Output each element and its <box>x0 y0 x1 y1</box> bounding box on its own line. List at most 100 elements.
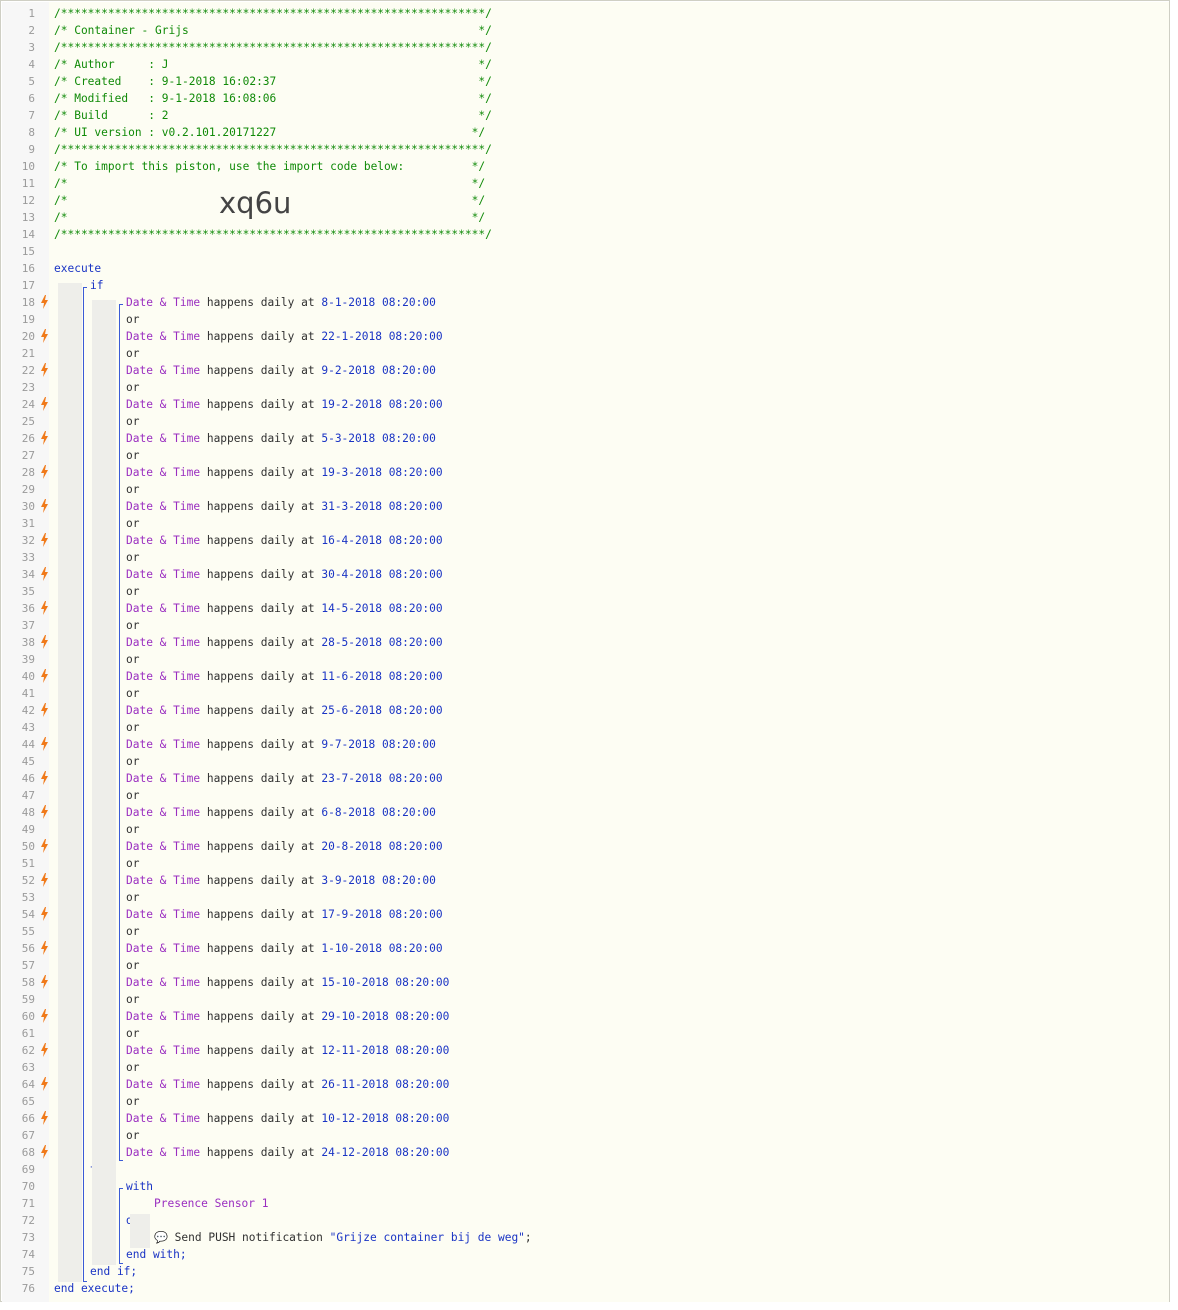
line-number: 47 <box>21 789 35 802</box>
line-number: 15 <box>21 245 35 258</box>
line-number: 55 <box>21 925 35 938</box>
condition-operator: happens daily at <box>200 1044 322 1057</box>
condition-device: Date & Time <box>126 602 201 615</box>
condition-operator: happens daily at <box>200 738 322 751</box>
block-shade <box>92 300 116 1265</box>
condition-device: Date & Time <box>126 1078 201 1091</box>
code-line: 47 or <box>1 787 1169 804</box>
condition-device: Date & Time <box>126 534 201 547</box>
line-number: 40 <box>21 670 35 683</box>
or-keyword: or <box>126 347 140 360</box>
code-line: 27 or <box>1 447 1169 464</box>
condition: Date & Time happens daily at 17-9-2018 0… <box>126 906 443 923</box>
condition-operator: happens daily at <box>200 1146 322 1159</box>
line-number: 9 <box>28 143 35 156</box>
or-keyword: or <box>126 1061 140 1074</box>
condition-device: Date & Time <box>126 704 201 717</box>
code-line: 21 or <box>1 345 1169 362</box>
code-line: 75 end if; <box>1 1263 1169 1280</box>
condition: Date & Time happens daily at 8-1-2018 08… <box>126 294 436 311</box>
condition-operator: happens daily at <box>200 942 322 955</box>
line-number: 49 <box>21 823 35 836</box>
condition-value: 9-2-2018 08:20:00 <box>321 364 436 377</box>
line-number: 67 <box>21 1129 35 1142</box>
line-number: 75 <box>21 1265 35 1278</box>
if-block-bracket <box>83 287 84 1281</box>
line-number: 50 <box>21 840 35 853</box>
code-line: 52 Date & Time happens daily at 3-9-2018 … <box>1 872 1169 889</box>
condition-value: 30-4-2018 08:20:00 <box>321 568 443 581</box>
condition: Date & Time happens daily at 11-6-2018 0… <box>126 668 443 685</box>
condition-value: 10-12-2018 08:20:00 <box>321 1112 450 1125</box>
condition-value: 14-5-2018 08:20:00 <box>321 602 443 615</box>
condition: Date & Time happens daily at 12-11-2018 … <box>126 1042 449 1059</box>
line-number: 27 <box>21 449 35 462</box>
or-keyword: or <box>126 449 140 462</box>
code-line: 64 Date & Time happens daily at 26-11-201… <box>1 1076 1169 1093</box>
code-line: 57 or <box>1 957 1169 974</box>
line-number: 20 <box>21 330 35 343</box>
lightning-bolt-icon <box>41 533 48 547</box>
condition: Date & Time happens daily at 10-12-2018 … <box>126 1110 449 1127</box>
code-line: 26 Date & Time happens daily at 5-3-2018 … <box>1 430 1169 447</box>
condition-device: Date & Time <box>126 636 201 649</box>
code-line: 62 Date & Time happens daily at 12-11-201… <box>1 1042 1169 1059</box>
code-line: 33 or <box>1 549 1169 566</box>
condition: Date & Time happens daily at 5-3-2018 08… <box>126 430 436 447</box>
block-bracket-cap <box>119 304 123 305</box>
code-line: 56 Date & Time happens daily at 1-10-2018… <box>1 940 1169 957</box>
line-number: 37 <box>21 619 35 632</box>
code-line: 68 Date & Time happens daily at 24-12-201… <box>1 1144 1169 1161</box>
condition-value: 17-9-2018 08:20:00 <box>321 908 443 921</box>
code-line: 5 /* Created : 9-1-2018 16:02:37 */ <box>1 73 1169 90</box>
notification-message: "Grijze container bij de weg" <box>329 1231 525 1244</box>
condition-group-bracket <box>119 304 120 1160</box>
line-number: 42 <box>21 704 35 717</box>
lightning-bolt-icon <box>41 499 48 513</box>
condition-operator: happens daily at <box>200 1112 322 1125</box>
line-number: 6 <box>28 92 35 105</box>
condition-value: 8-1-2018 08:20:00 <box>321 296 436 309</box>
lightning-bolt-icon <box>41 363 48 377</box>
action-statement: 💬 Send PUSH notification "Grijze contain… <box>154 1231 532 1244</box>
line-number: 43 <box>21 721 35 734</box>
line-number: 30 <box>21 500 35 513</box>
condition-device: Date & Time <box>126 1044 201 1057</box>
or-keyword: or <box>126 891 140 904</box>
condition-device: Date & Time <box>126 1146 201 1159</box>
condition-value: 5-3-2018 08:20:00 <box>321 432 436 445</box>
line-number: 2 <box>28 24 35 37</box>
condition-value: 6-8-2018 08:20:00 <box>321 806 436 819</box>
condition-device: Date & Time <box>126 806 201 819</box>
condition-operator: happens daily at <box>200 364 322 377</box>
condition: Date & Time happens daily at 14-5-2018 0… <box>126 600 443 617</box>
comment-author: /* Author : J */ <box>54 58 492 71</box>
with-block-bracket <box>119 1188 120 1263</box>
condition: Date & Time happens daily at 15-10-2018 … <box>126 974 449 991</box>
code-line: 61 or <box>1 1025 1169 1042</box>
condition-operator: happens daily at <box>200 670 322 683</box>
code-line: 73 💬 Send PUSH notification "Grijze conta… <box>1 1229 1169 1246</box>
or-keyword: or <box>126 653 140 666</box>
code-line: 67 or <box>1 1127 1169 1144</box>
condition-operator: happens daily at <box>200 568 322 581</box>
code-line: 53 or <box>1 889 1169 906</box>
condition: Date & Time happens daily at 1-10-2018 0… <box>126 940 443 957</box>
code-line: 46 Date & Time happens daily at 23-7-2018… <box>1 770 1169 787</box>
lightning-bolt-icon <box>41 941 48 955</box>
condition: Date & Time happens daily at 26-11-2018 … <box>126 1076 449 1093</box>
condition-operator: happens daily at <box>200 602 322 615</box>
code-line: 71 Presence Sensor 1 <box>1 1195 1169 1212</box>
comment-line: /***************************************… <box>54 39 492 56</box>
line-number: 1 <box>28 7 35 20</box>
line-number: 54 <box>21 908 35 921</box>
code-line: 16 execute <box>1 260 1169 277</box>
line-number: 17 <box>21 279 35 292</box>
condition-device: Date & Time <box>126 500 201 513</box>
condition-operator: happens daily at <box>200 806 322 819</box>
line-number: 38 <box>21 636 35 649</box>
line-number: 12 <box>21 194 35 207</box>
code-line: 39 or <box>1 651 1169 668</box>
condition-value: 24-12-2018 08:20:00 <box>321 1146 450 1159</box>
or-keyword: or <box>126 993 140 1006</box>
